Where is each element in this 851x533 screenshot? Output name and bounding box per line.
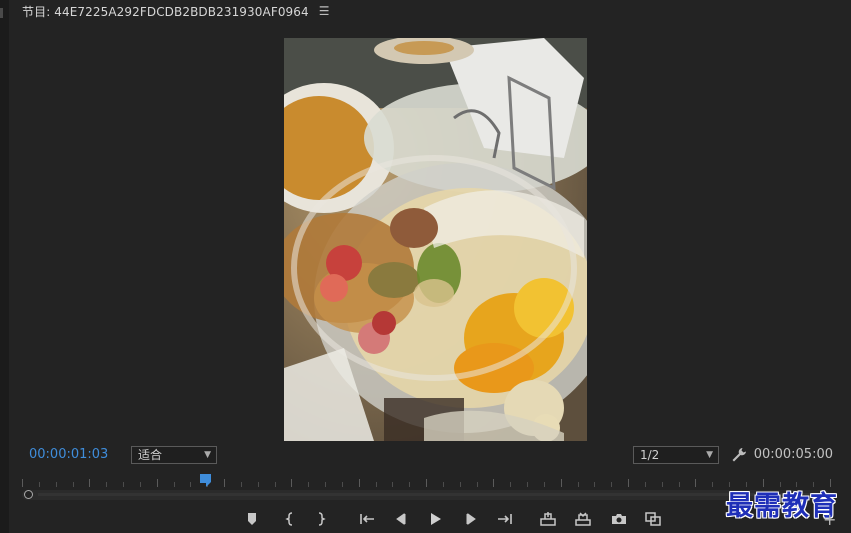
go-to-in-icon[interactable]: [358, 510, 376, 528]
export-frame-icon[interactable]: [610, 510, 628, 528]
video-frame: [284, 38, 587, 441]
watermark-logo: 最需教育: [726, 484, 838, 523]
chevron-down-icon: ▼: [706, 450, 713, 460]
ruler-tick: [577, 482, 579, 487]
step-forward-icon[interactable]: [462, 510, 480, 528]
ruler-tick: [527, 482, 528, 487]
ruler-tick: [476, 482, 478, 487]
mark-in-icon[interactable]: [281, 510, 299, 528]
scrollbar-track: [38, 493, 824, 496]
video-frame-image: [284, 38, 587, 441]
ruler-tick: [291, 479, 293, 487]
mark-out-icon[interactable]: [312, 510, 330, 528]
ruler-tick: [308, 482, 310, 487]
ruler-tick: [594, 482, 596, 487]
lift-icon[interactable]: [539, 510, 557, 528]
step-back-icon[interactable]: [392, 510, 410, 528]
ruler-tick: [55, 482, 57, 487]
resolution-select[interactable]: 1/2 ▼: [633, 446, 719, 464]
duration-timecode: 00:00:05:00: [753, 447, 833, 462]
add-button-icon[interactable]: +: [823, 510, 836, 529]
ruler-tick: [560, 479, 562, 487]
ruler-tick: [190, 482, 192, 487]
ruler-tick: [678, 482, 680, 487]
ruler-tick: [543, 482, 545, 487]
hamburger-icon[interactable]: ☰: [319, 4, 330, 18]
ruler-tick: [106, 482, 108, 487]
ruler-tick: [426, 479, 427, 487]
ruler-tick: [611, 482, 613, 487]
ruler-tick: [72, 482, 74, 487]
zoom-scrollbar[interactable]: [22, 490, 830, 500]
ruler-tick: [644, 482, 646, 487]
ruler-tick: [392, 482, 394, 487]
ruler-tick: [139, 482, 141, 487]
go-to-out-icon[interactable]: [496, 510, 514, 528]
transport-controls: [0, 506, 851, 532]
ruler-tick: [375, 482, 377, 487]
play-icon[interactable]: [426, 510, 444, 528]
ruler-tick: [442, 482, 444, 487]
ruler-tick: [661, 482, 663, 487]
ruler-tick: [240, 482, 242, 487]
ruler-tick: [628, 479, 629, 487]
ruler-tick: [510, 482, 512, 487]
ruler-tick: [257, 482, 259, 487]
comparison-view-icon[interactable]: [644, 510, 662, 528]
playhead-icon[interactable]: [200, 474, 213, 488]
ruler-tick: [358, 479, 360, 487]
ruler-tick: [493, 479, 495, 487]
add-marker-icon[interactable]: [243, 510, 261, 528]
ruler-tick: [156, 479, 158, 487]
ruler-tick: [325, 482, 326, 487]
ruler-tick: [38, 482, 40, 487]
resolution-select-value: 1/2: [640, 448, 660, 462]
time-ruler[interactable]: [22, 470, 831, 488]
ruler-tick: [459, 482, 461, 487]
panel-edge-mark: [0, 8, 3, 18]
zoom-handle[interactable]: [24, 490, 33, 499]
chevron-down-icon: ▼: [204, 450, 211, 460]
ruler-tick: [22, 479, 23, 487]
panel-header: 节目: 44E7225A292FDCDB2BDB231930AF0964 ☰: [22, 3, 330, 19]
wrench-icon[interactable]: [730, 446, 748, 464]
ruler-tick: [123, 482, 124, 487]
extract-icon[interactable]: [574, 510, 592, 528]
ruler-tick: [712, 482, 714, 487]
current-timecode[interactable]: 00:00:01:03: [29, 447, 108, 462]
ruler-tick: [224, 479, 225, 487]
ruler-tick: [274, 482, 276, 487]
ruler-tick: [341, 482, 343, 487]
fit-select[interactable]: 适合 ▼: [131, 446, 217, 464]
ruler-tick: [409, 482, 411, 487]
watermark-text: 最需教育: [726, 491, 838, 522]
ruler-tick: [173, 482, 175, 487]
ruler-tick: [89, 479, 91, 487]
left-panel-edge: [0, 0, 9, 533]
panel-title: 节目: 44E7225A292FDCDB2BDB231930AF0964: [22, 4, 309, 19]
fit-select-value: 适合: [138, 448, 163, 462]
ruler-tick: [695, 479, 697, 487]
